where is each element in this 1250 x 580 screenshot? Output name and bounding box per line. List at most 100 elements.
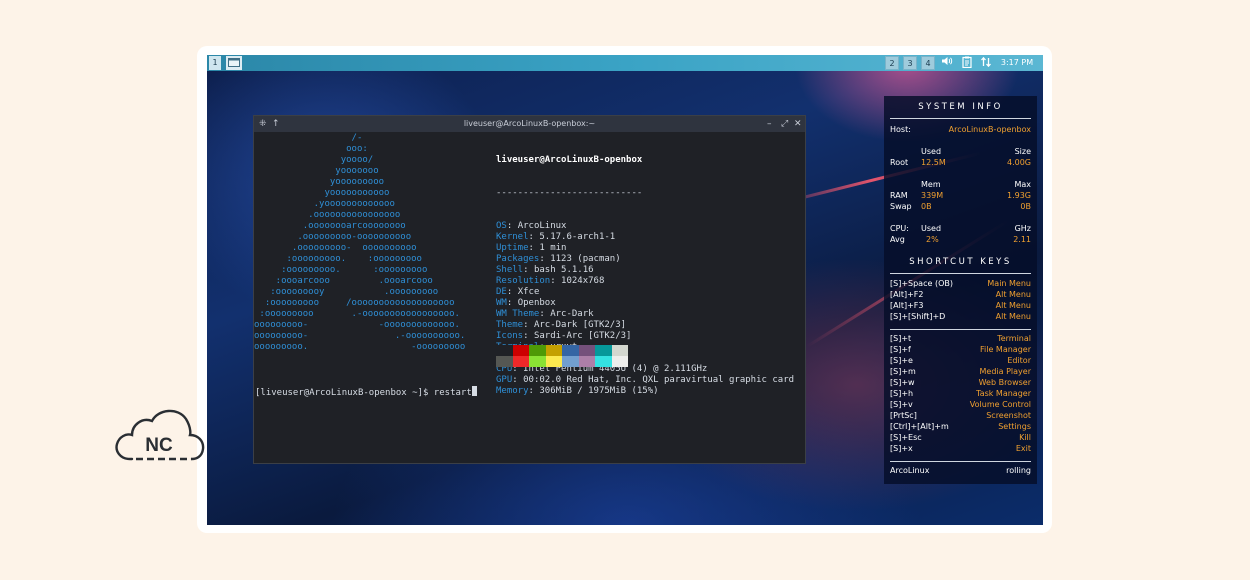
shortcut-keys: [S]+v [890, 400, 913, 409]
terminal-window[interactable]: ⁜ ↑ liveuser@ArcoLinuxB-openbox:~ – ⤢ ✕ … [253, 115, 806, 464]
info-value: Sardi-Arc [GTK2/3] [533, 331, 632, 341]
info-colon: : [506, 221, 518, 231]
volume-icon[interactable] [940, 56, 954, 70]
color-swatch [611, 356, 628, 367]
info-value: 1123 (pacman) [550, 254, 621, 264]
divider [890, 461, 1031, 462]
info-row: Shell: bash 5.1.16 [496, 265, 806, 276]
info-key: Theme [496, 320, 524, 330]
shortcut-action: Kill [1019, 433, 1031, 442]
clock[interactable]: 3:17 PM [995, 56, 1039, 70]
shortcut-keys: [S]+w [890, 378, 915, 387]
root-used-label: Used [921, 147, 942, 156]
clipboard-icon[interactable] [960, 56, 974, 70]
color-swatch [578, 356, 595, 367]
info-value: Arc-Dark [GTK2/3] [533, 320, 627, 330]
info-row: Resolution: 1024x768 [496, 276, 806, 287]
close-icon[interactable]: ✕ [794, 116, 802, 132]
info-key: Icons [496, 331, 524, 341]
max-label: Max [1014, 180, 1031, 189]
shortcut-keys: [S]+Esc [890, 433, 922, 442]
color-swatch [611, 345, 628, 356]
shortcut-keys: [S]+e [890, 356, 913, 365]
info-key: WM Theme [496, 309, 540, 319]
minimize-icon[interactable]: – [767, 116, 772, 132]
info-row: Kernel: 5.17.6-arch1-1 [496, 232, 806, 243]
color-swatch [578, 345, 595, 356]
info-row: OS: ArcoLinux [496, 221, 806, 232]
info-colon: : [539, 309, 551, 319]
distro-name: ArcoLinux [890, 466, 930, 475]
workspace-4-button[interactable]: 4 [921, 56, 935, 70]
workspace-2-button[interactable]: 2 [885, 56, 899, 70]
root-size-label: Size [1014, 147, 1031, 156]
info-key: OS [496, 221, 507, 231]
ram-max-value: 1.93G [1006, 191, 1031, 200]
logo-text: NC [145, 435, 173, 456]
neofetch-info: liveuser@ArcoLinuxB-openbox ------------… [496, 133, 806, 419]
shortcut-action: Screenshot [986, 411, 1031, 420]
shortcut-action: Editor [1007, 356, 1031, 365]
shortcut-action: Media Player [979, 367, 1031, 376]
network-icon[interactable] [979, 56, 993, 70]
divider [890, 273, 1031, 274]
host-label: Host: [890, 125, 911, 134]
info-colon: : [550, 276, 562, 286]
color-swatch [496, 345, 513, 356]
color-swatch [529, 345, 546, 356]
color-swatch [562, 356, 579, 367]
info-row: DE: Xfce [496, 287, 806, 298]
color-swatch [595, 356, 612, 367]
shortcut-action: Web Browser [978, 378, 1031, 387]
window-task-button[interactable] [226, 56, 242, 70]
shortcut-action: Settings [998, 422, 1031, 431]
info-colon: : [528, 243, 540, 253]
system-info-title: SYSTEM INFO [918, 102, 1003, 112]
window-menu-icon[interactable]: ⁜ [259, 116, 267, 132]
info-key: Packages [496, 254, 540, 264]
text-cursor [471, 386, 477, 396]
info-colon: : [523, 331, 534, 341]
ram-label: RAM [890, 191, 908, 200]
shortcut-action: Main Menu [987, 279, 1031, 288]
shortcut-keys: [S]+Space (OB) [890, 279, 953, 288]
info-value: 1 min [539, 243, 567, 253]
release-type: rolling [1006, 466, 1031, 475]
workspace-3-button[interactable]: 3 [903, 56, 917, 70]
root-label: Root [890, 158, 909, 167]
maximize-icon[interactable]: ⤢ [781, 116, 788, 132]
info-key: Resolution [496, 276, 551, 286]
shortcut-keys: [Alt]+F2 [890, 290, 924, 299]
info-colon: : [506, 298, 518, 308]
info-row: Theme: Arc-Dark [GTK2/3] [496, 320, 806, 331]
info-colon: : [539, 254, 551, 264]
color-palette [496, 345, 630, 367]
info-key: DE [496, 287, 507, 297]
pin-icon[interactable]: ↑ [272, 116, 280, 132]
desktop[interactable]: 1 2 3 4 3:17 PM ⁜ ↑ liveuser@ArcoLinuxB-… [207, 55, 1043, 525]
info-value: 00:02.0 Red Hat, Inc. QXL paravirtual gr… [523, 375, 795, 385]
info-value: Arc-Dark [550, 309, 594, 319]
shortcut-action: Alt Menu [995, 301, 1031, 310]
info-colon: : [512, 375, 524, 385]
taskbar: 1 2 3 4 3:17 PM [207, 55, 1043, 71]
info-key: GPU [496, 375, 513, 385]
info-row: Icons: Sardi-Arc [GTK2/3] [496, 331, 806, 342]
shortcut-keys: [PrtSc] [890, 411, 917, 420]
info-colon: : [523, 265, 534, 275]
info-row: WM Theme: Arc-Dark [496, 309, 806, 320]
info-value: bash 5.1.16 [533, 265, 594, 275]
root-used-value: 12.5M [921, 158, 946, 167]
host-value: ArcoLinuxB-openbox [948, 125, 1031, 134]
info-value: Openbox [517, 298, 556, 308]
neofetch-separator: --------------------------- [496, 188, 643, 198]
root-size-value: 4.00G [1006, 158, 1031, 167]
info-value: Xfce [517, 287, 540, 297]
shell-prompt[interactable]: [liveuser@ArcoLinuxB-openbox ~]$ restart [255, 386, 795, 399]
terminal-titlebar[interactable]: ⁜ ↑ liveuser@ArcoLinuxB-openbox:~ – ⤢ ✕ [254, 116, 805, 132]
system-info-panel: SYSTEM INFO Host: ArcoLinuxB-openbox Use… [884, 96, 1037, 484]
workspace-1-button[interactable]: 1 [209, 56, 221, 70]
swap-max-value: 0B [1020, 202, 1031, 211]
info-colon: : [523, 320, 534, 330]
neofetch-header: liveuser@ArcoLinuxB-openbox [496, 155, 643, 165]
